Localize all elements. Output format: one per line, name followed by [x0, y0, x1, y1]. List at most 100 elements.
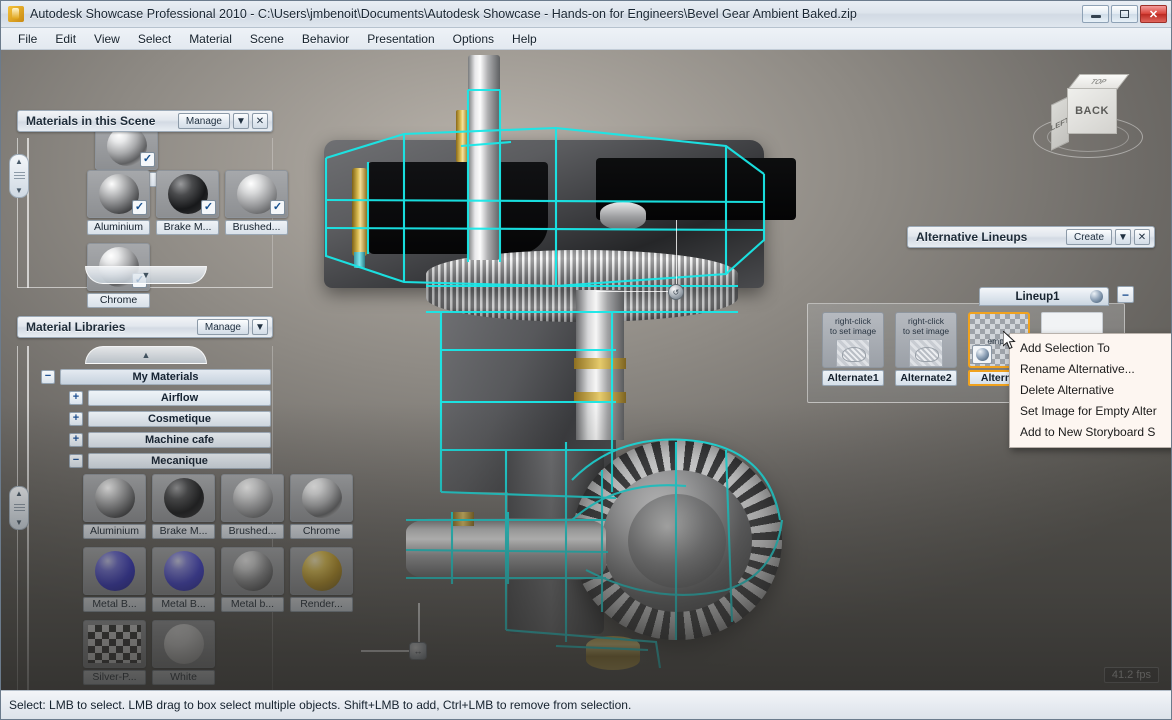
menu-material[interactable]: Material: [180, 30, 241, 48]
material-sphere-preview: [95, 551, 135, 591]
gizmo-center-handle[interactable]: ↔: [409, 642, 427, 660]
materials-manage-button[interactable]: Manage: [178, 113, 230, 129]
menu-file[interactable]: File: [9, 30, 46, 48]
tree-collapse-icon[interactable]: −: [69, 454, 83, 468]
tree-node-label: My Materials: [60, 369, 271, 385]
materials-in-scene-expander[interactable]: ▼: [85, 266, 207, 284]
material-label: Chrome: [87, 293, 150, 308]
material-applied-check-icon[interactable]: ✓: [132, 200, 147, 215]
minimize-button[interactable]: [1082, 5, 1109, 23]
tree-node-mecanique[interactable]: − Mecanique: [69, 452, 271, 469]
view-cube[interactable]: TOP LEFT BACK: [1023, 66, 1153, 171]
tree-node-machine-cafe[interactable]: + Machine cafe: [69, 431, 271, 448]
material-chip-brushed[interactable]: ✓ Brushed...: [225, 170, 288, 235]
tree-expand-icon[interactable]: +: [69, 391, 83, 405]
material-applied-check-icon[interactable]: ✓: [270, 200, 285, 215]
close-button[interactable]: ✕: [1140, 5, 1167, 23]
context-menu-rename-alternative[interactable]: Rename Alternative...: [1010, 359, 1171, 380]
alternative-card-alternate2[interactable]: right-click to set image Alternate2: [895, 312, 957, 386]
context-menu-add-to-new-storyboard[interactable]: Add to New Storyboard S: [1010, 422, 1171, 443]
material-libraries-header: Material Libraries Manage ▼: [17, 316, 273, 338]
lineup-create-button[interactable]: Create: [1066, 229, 1112, 245]
model-hub: [600, 202, 646, 230]
library-material-chip-brushed[interactable]: Brushed...: [221, 474, 284, 539]
rotate-manipulator-handle[interactable]: ↺: [668, 284, 684, 300]
minimize-icon: [1091, 15, 1101, 18]
material-sphere-preview: [302, 551, 342, 591]
tree-expand-icon[interactable]: +: [69, 433, 83, 447]
library-material-chip-metal-b-3[interactable]: Metal b...: [221, 547, 284, 612]
tree-node-cosmetique[interactable]: + Cosmetique: [69, 410, 271, 427]
library-material-chip-aluminium[interactable]: Aluminium: [83, 474, 146, 539]
maximize-icon: [1120, 10, 1129, 18]
menu-presentation[interactable]: Presentation: [358, 30, 443, 48]
lineup-collapse-button[interactable]: −: [1117, 286, 1134, 303]
placeholder-image-icon: [909, 339, 943, 367]
materials-panel-close-icon[interactable]: ✕: [252, 113, 268, 129]
material-sphere-preview: [164, 551, 204, 591]
material-label: Brushed...: [221, 524, 284, 539]
library-material-chip-metal-b-2[interactable]: Metal B...: [152, 547, 215, 612]
material-swatch: ✓: [156, 170, 219, 218]
menu-scene[interactable]: Scene: [241, 30, 293, 48]
lineup-create-dropdown-icon[interactable]: ▼: [1115, 229, 1131, 245]
scroll-down-icon[interactable]: ▼: [15, 518, 23, 527]
material-applied-check-icon[interactable]: ✓: [201, 200, 216, 215]
material-swatch: ✓: [225, 170, 288, 218]
library-material-chip-render[interactable]: Render...: [290, 547, 353, 612]
library-material-chip-white[interactable]: White: [152, 620, 215, 685]
fps-counter: 41.2 fps: [1104, 667, 1159, 683]
lineup-panel-close-icon[interactable]: ✕: [1134, 229, 1150, 245]
menu-options[interactable]: Options: [444, 30, 503, 48]
libraries-manage-button[interactable]: Manage: [197, 319, 249, 335]
menu-help[interactable]: Help: [503, 30, 546, 48]
library-material-chip-silver-p[interactable]: Silver-P...: [83, 620, 146, 685]
lineup-tab-lineup1[interactable]: Lineup1: [979, 287, 1109, 306]
alternative-card-alternate1[interactable]: right-click to set image Alternate1: [822, 312, 884, 386]
scrollbar-grip[interactable]: [14, 504, 25, 512]
status-bar-text: Select: LMB to select. LMB drag to box s…: [9, 698, 631, 712]
scroll-up-icon[interactable]: ▲: [15, 489, 23, 498]
alternative-thumbnail[interactable]: right-click to set image: [822, 312, 884, 368]
material-label: Aluminium: [83, 524, 146, 539]
menu-edit[interactable]: Edit: [46, 30, 85, 48]
tree-collapse-icon[interactable]: −: [41, 370, 55, 384]
3d-viewport[interactable]: TOP LEFT BACK: [1, 50, 1171, 691]
material-libraries-collapse-expander[interactable]: ▲: [85, 346, 207, 364]
model-brass-plug: [586, 636, 640, 670]
maximize-button[interactable]: [1111, 5, 1138, 23]
libraries-scrollbar[interactable]: ▲ ▼: [9, 486, 29, 530]
autodesk-showcase-app-icon: [8, 6, 24, 22]
tree-expand-icon[interactable]: +: [69, 412, 83, 426]
libraries-manage-dropdown-icon[interactable]: ▼: [252, 319, 268, 335]
tree-node-label: Cosmetique: [88, 411, 271, 427]
menu-behavior[interactable]: Behavior: [293, 30, 358, 48]
model-brass-ring-lower: [574, 392, 626, 403]
materials-manage-dropdown-icon[interactable]: ▼: [233, 113, 249, 129]
alternative-lineups-title: Alternative Lineups: [916, 230, 1063, 244]
material-label: Brushed...: [225, 220, 288, 235]
alternative-lineups-panel: Alternative Lineups Create ▼ ✕: [907, 226, 1155, 248]
menu-view[interactable]: View: [85, 30, 129, 48]
library-material-chip-metal-b-1[interactable]: Metal B...: [83, 547, 146, 612]
placeholder-image-icon: [836, 339, 870, 367]
context-menu-delete-alternative[interactable]: Delete Alternative: [1010, 380, 1171, 401]
context-menu-set-image-for-empty[interactable]: Set Image for Empty Alter: [1010, 401, 1171, 422]
library-material-chip-chrome[interactable]: Chrome: [290, 474, 353, 539]
alternative-thumbnail[interactable]: right-click to set image: [895, 312, 957, 368]
library-material-chip-brake-m[interactable]: Brake M...: [152, 474, 215, 539]
material-chip-brake-m[interactable]: ✓ Brake M...: [156, 170, 219, 235]
view-cube-face-back[interactable]: BACK: [1067, 88, 1117, 134]
tree-node-airflow[interactable]: + Airflow: [69, 389, 271, 406]
tree-node-label: Mecanique: [88, 453, 271, 469]
model-brass-ring-upper: [574, 358, 626, 369]
menu-bar: File Edit View Select Material Scene Beh…: [1, 28, 1171, 50]
context-menu-add-selection-to[interactable]: Add Selection To: [1010, 338, 1171, 359]
material-libraries-panel: Material Libraries Manage ▼: [17, 316, 273, 338]
material-chip-aluminium[interactable]: ✓ Aluminium: [87, 170, 150, 235]
view-cube-body[interactable]: TOP LEFT BACK: [1051, 74, 1125, 138]
material-swatch: [83, 547, 146, 595]
tree-node-my-materials[interactable]: − My Materials: [41, 368, 271, 385]
model-brass-bolt-left: [352, 168, 367, 256]
menu-select[interactable]: Select: [129, 30, 180, 48]
